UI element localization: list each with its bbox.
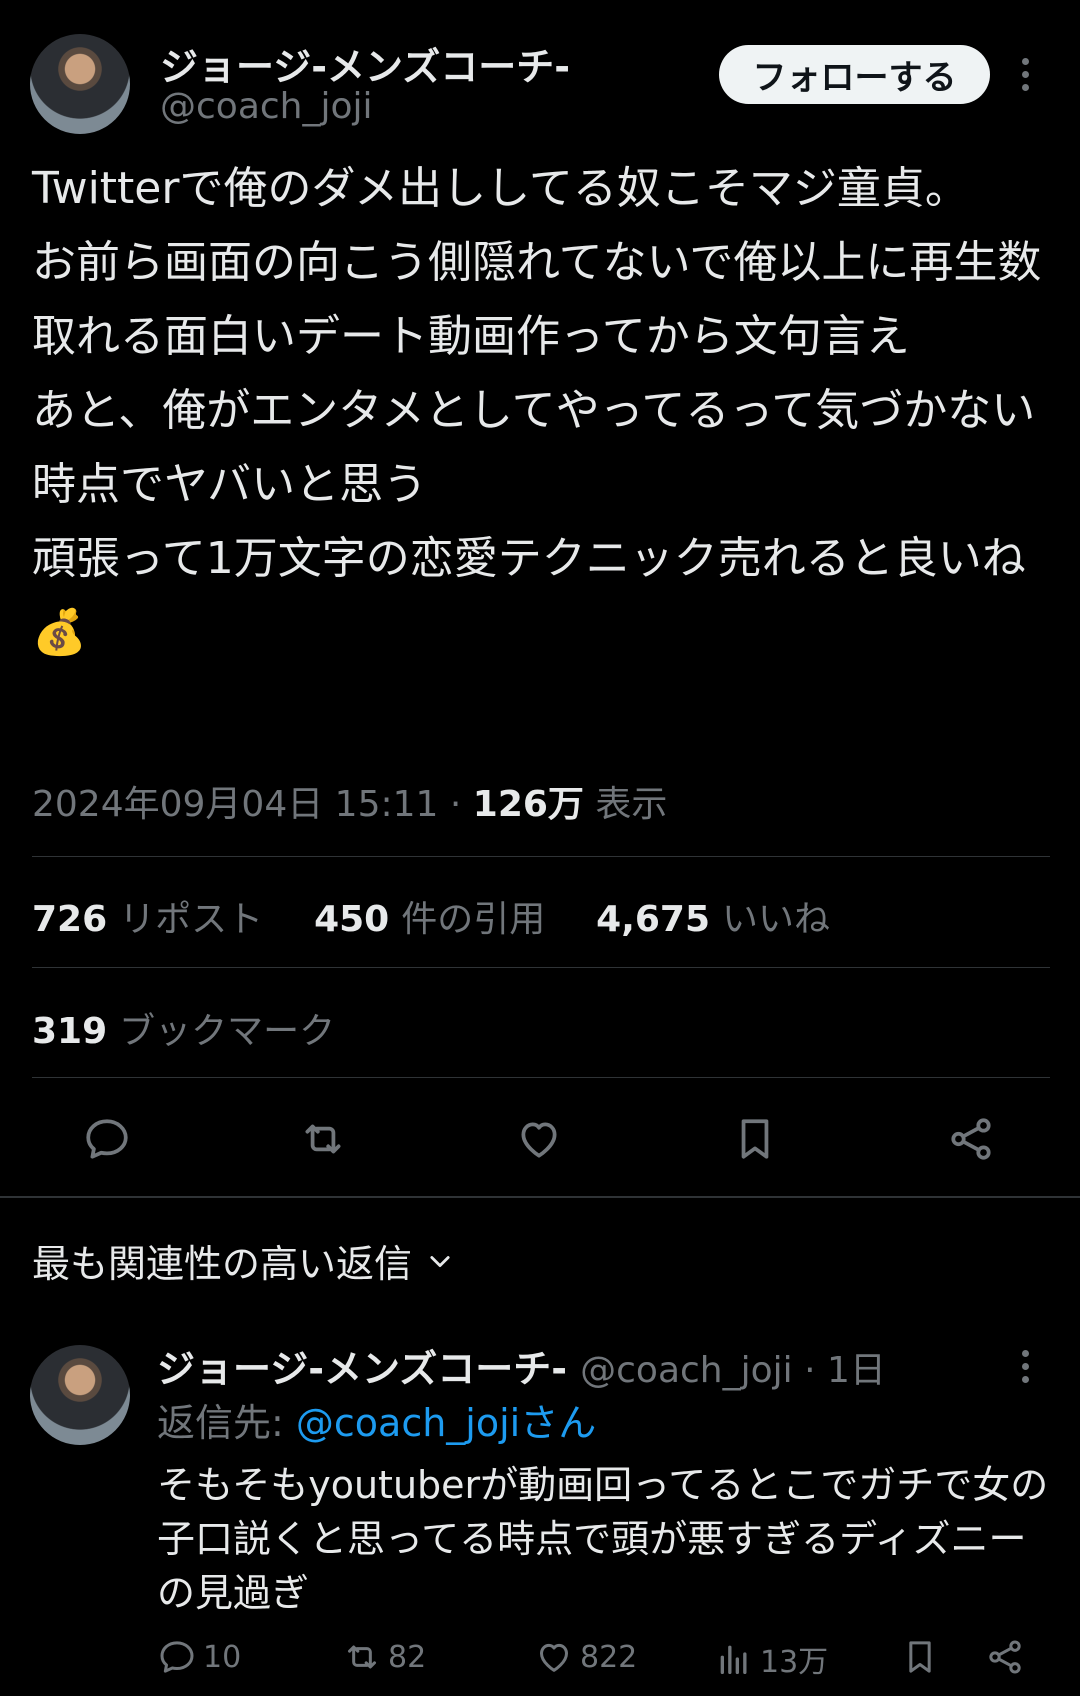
author-name[interactable]: ジョージ-メンズコーチ-	[160, 36, 570, 91]
share-icon	[951, 1118, 991, 1160]
reply-button[interactable]	[72, 1104, 142, 1174]
like-icon	[521, 1122, 557, 1158]
retweet-button[interactable]	[288, 1104, 358, 1174]
reply-to-link[interactable]: @coach_jojiさん	[296, 1401, 596, 1445]
reply-handle-time[interactable]: @coach_joji · 1日	[580, 1350, 886, 1391]
tweet-meta: 2024年09月04日 15:11 · 126万 表示	[32, 775, 667, 827]
tweet-views-label: 表示	[583, 784, 668, 825]
replies-sort-selector[interactable]: 最も関連性の高い返信	[32, 1233, 454, 1288]
bookmark-button[interactable]	[720, 1104, 790, 1174]
reply-reply-button[interactable]: 10	[157, 1637, 241, 1677]
retweet-icon	[348, 1645, 376, 1669]
reply-replies-count: 10	[203, 1639, 242, 1675]
divider	[32, 1077, 1050, 1078]
views-icon	[720, 1645, 747, 1674]
tweet-text: Twitterで俺のダメ出ししてる奴こそマジ童貞。 お前ら画面の向こう側隠れてな…	[32, 163, 1042, 658]
bookmark-icon	[741, 1119, 769, 1159]
reply-to: 返信先: @coach_jojiさん	[157, 1401, 597, 1445]
quotes-stat[interactable]: 450 件の引用	[314, 899, 545, 940]
chevron-down-icon	[430, 1255, 450, 1267]
tweet-datetime[interactable]: 2024年09月04日 15:11 ·	[32, 784, 473, 825]
bookmark-icon	[909, 1641, 931, 1673]
reply-reposts-count: 82	[388, 1639, 427, 1675]
divider	[32, 967, 1050, 968]
reply-text: そもそもyoutuberが動画回ってるとこでガチで女の子口説くと思ってる時点で頭…	[157, 1463, 1049, 1615]
like-button[interactable]	[504, 1104, 574, 1174]
tweet-views-value: 126万	[472, 784, 584, 825]
divider	[32, 856, 1050, 857]
reply-bookmark-button[interactable]	[900, 1637, 940, 1677]
reply-icon	[86, 1119, 128, 1159]
reposts-stat[interactable]: 726 リポスト	[32, 899, 263, 940]
author-handle[interactable]: @coach_joji	[160, 86, 373, 127]
reply-avatar[interactable]	[30, 1345, 130, 1445]
reply-icon	[160, 1641, 194, 1673]
reply-likes-count: 822	[580, 1639, 638, 1675]
stats-row: 726 リポスト 450 件の引用 4,675 いいね	[32, 890, 830, 942]
retweet-icon	[305, 1124, 341, 1154]
bookmarks-stat[interactable]: 319 ブックマーク	[32, 1002, 335, 1054]
more-icon[interactable]	[1022, 58, 1029, 91]
author-avatar[interactable]	[30, 34, 130, 134]
section-separator	[0, 1196, 1080, 1198]
replies-section-title: 最も関連性の高い返信	[32, 1242, 413, 1286]
likes-stat[interactable]: 4,675 いいね	[596, 899, 830, 940]
reply-share-button[interactable]	[985, 1637, 1025, 1677]
follow-button[interactable]: フォローする	[719, 45, 990, 104]
reply-views-button[interactable]: 13万	[714, 1637, 828, 1681]
share-icon	[989, 1640, 1021, 1674]
share-button[interactable]	[936, 1104, 1006, 1174]
reply-retweet-button[interactable]: 82	[342, 1637, 426, 1677]
reply-views-count: 13万	[760, 1645, 829, 1680]
reply-header: ジョージ-メンズコーチ- @coach_joji · 1日	[157, 1338, 886, 1393]
reply-more-icon[interactable]	[1022, 1350, 1029, 1383]
reply-author-name[interactable]: ジョージ-メンズコーチ-	[157, 1347, 567, 1391]
reply-like-button[interactable]: 822	[534, 1637, 637, 1677]
like-icon	[540, 1643, 568, 1672]
